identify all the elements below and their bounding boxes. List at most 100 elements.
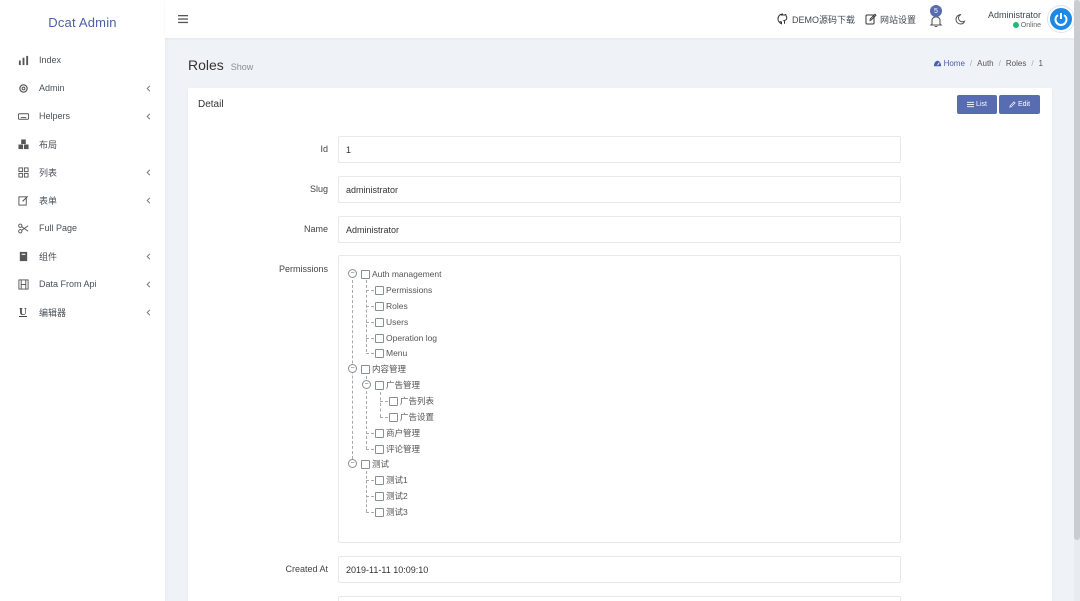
tree-connector	[366, 480, 374, 481]
edit-icon	[865, 13, 877, 25]
keyboard-icon	[17, 110, 29, 122]
tree-node-ad-settings[interactable]: 广告设置	[389, 411, 434, 423]
checkbox[interactable]	[375, 301, 384, 311]
online-dot-icon	[1012, 22, 1019, 28]
tree-node-ads[interactable]: 广告管理	[375, 379, 420, 391]
sidebar-item-admin[interactable]: Admin	[0, 74, 165, 102]
edit-button-label: Edit	[1017, 101, 1031, 108]
user-status: Online	[988, 22, 1041, 29]
page-scrollbar[interactable]	[1074, 0, 1080, 601]
tree-node-ad-list[interactable]: 广告列表	[389, 395, 434, 407]
github-icon	[777, 13, 788, 25]
tree-node-test[interactable]: 测试	[361, 458, 389, 470]
checkbox[interactable]	[361, 459, 370, 469]
tree-node-menu[interactable]: Menu	[375, 347, 407, 359]
checkbox[interactable]	[361, 364, 370, 374]
chevron-left-icon	[145, 112, 153, 120]
avatar[interactable]	[1048, 6, 1074, 32]
tree-node-test1[interactable]: 测试1	[375, 474, 408, 486]
sidebar-item-label: Admin	[39, 83, 65, 93]
breadcrumb-home[interactable]: Home	[933, 59, 965, 68]
checkbox[interactable]	[375, 317, 384, 327]
breadcrumb-home-label: Home	[943, 59, 965, 68]
tree-node-permissions[interactable]: Permissions	[375, 284, 432, 296]
dashboard-icon	[933, 60, 941, 67]
tree-node-merchants[interactable]: 商户管理	[375, 427, 420, 439]
sidebar-item-helpers[interactable]: Helpers	[0, 102, 165, 130]
checkbox[interactable]	[375, 333, 384, 343]
sidebar-item-data-from-api[interactable]: Data From Api	[0, 270, 165, 298]
notification-bell[interactable]: 5	[928, 5, 944, 28]
breadcrumb-separator: /	[998, 59, 1001, 68]
tree-node-label: Menu	[386, 348, 408, 358]
scissors-icon	[17, 222, 29, 234]
sidebar-item-label: Index	[39, 55, 62, 65]
checkbox[interactable]	[375, 285, 384, 295]
sidebar-item-layout[interactable]: 布局	[0, 130, 165, 158]
tree-node-operation-log[interactable]: Operation log	[375, 332, 437, 344]
list-button[interactable]: List	[957, 95, 997, 114]
site-settings-link[interactable]: 网站设置	[865, 13, 916, 26]
tree-node-label: 广告设置	[400, 412, 435, 422]
book-icon	[17, 250, 29, 262]
sidebar-item-label: 表单	[39, 195, 58, 206]
dark-mode-toggle-icon[interactable]	[954, 13, 966, 25]
chevron-left-icon	[145, 84, 153, 92]
checkbox[interactable]	[375, 428, 384, 438]
sidebar-item-full-page[interactable]: Full Page	[0, 214, 165, 242]
tree-node-label: 测试1	[386, 475, 408, 485]
collapse-toggle-icon[interactable]: −	[348, 459, 357, 468]
user-menu[interactable]: Administrator Online	[988, 6, 1074, 32]
tree-node-label: Auth management	[372, 269, 442, 279]
checkbox[interactable]	[375, 380, 384, 390]
tree-node-label: 评论管理	[386, 444, 421, 454]
sidebar-item-editor[interactable]: U 编辑器	[0, 298, 165, 326]
sidebar-item-form[interactable]: 表单	[0, 186, 165, 214]
sidebar-item-components[interactable]: 组件	[0, 242, 165, 270]
checkbox[interactable]	[375, 444, 384, 454]
checkbox[interactable]	[375, 507, 384, 517]
menu-toggle-icon[interactable]	[178, 14, 190, 24]
tree-node-label: 测试	[372, 459, 390, 469]
tree-connector	[366, 433, 374, 434]
tree-node-label: 测试2	[386, 491, 408, 501]
collapse-toggle-icon[interactable]: −	[362, 380, 371, 389]
created-at-field: 2019-11-11 10:09:10	[338, 556, 901, 583]
tree-connector	[366, 306, 374, 307]
tree-connector	[366, 449, 374, 450]
sidebar-item-list[interactable]: 列表	[0, 158, 165, 186]
breadcrumb-auth[interactable]: Auth	[977, 59, 993, 68]
cubes-icon	[17, 138, 29, 150]
tree-node-test3[interactable]: 测试3	[375, 506, 408, 518]
checkbox[interactable]	[389, 396, 398, 406]
edit-button[interactable]: Edit	[999, 95, 1040, 114]
breadcrumb-roles[interactable]: Roles	[1006, 59, 1026, 68]
tree-node-users[interactable]: Users	[375, 316, 408, 328]
checkbox[interactable]	[361, 269, 370, 279]
checkbox[interactable]	[389, 412, 398, 422]
created-at-label: Created At	[285, 564, 328, 574]
collapse-toggle-icon[interactable]: −	[348, 364, 357, 373]
tree-node-test2[interactable]: 测试2	[375, 490, 408, 502]
topbar: DEMO源码下载 网站设置 5 Administrator Online	[165, 0, 1080, 38]
checkbox[interactable]	[375, 348, 384, 358]
collapse-toggle-icon[interactable]: −	[348, 269, 357, 278]
chevron-left-icon	[145, 168, 153, 176]
tree-node-content[interactable]: 内容管理	[361, 363, 406, 375]
tree-node-label: 内容管理	[372, 364, 407, 374]
scroll-thumb[interactable]	[1074, 0, 1080, 540]
tree-node-label: 测试3	[386, 507, 408, 517]
breadcrumb-current: 1	[1038, 59, 1043, 68]
list-button-label: List	[976, 101, 987, 108]
checkbox[interactable]	[375, 491, 384, 501]
demo-download-link[interactable]: DEMO源码下载	[777, 13, 855, 26]
sidebar-item-index[interactable]: Index	[0, 46, 165, 74]
tree-connector	[366, 338, 374, 339]
tree-connector	[366, 322, 374, 323]
brand-logo[interactable]: Dcat Admin	[0, 0, 165, 44]
tree-node-comments[interactable]: 评论管理	[375, 443, 420, 455]
tree-node-auth[interactable]: Auth management	[361, 268, 441, 280]
tree-node-roles[interactable]: Roles	[375, 300, 408, 312]
checkbox[interactable]	[375, 475, 384, 485]
chevron-left-icon	[145, 252, 153, 260]
